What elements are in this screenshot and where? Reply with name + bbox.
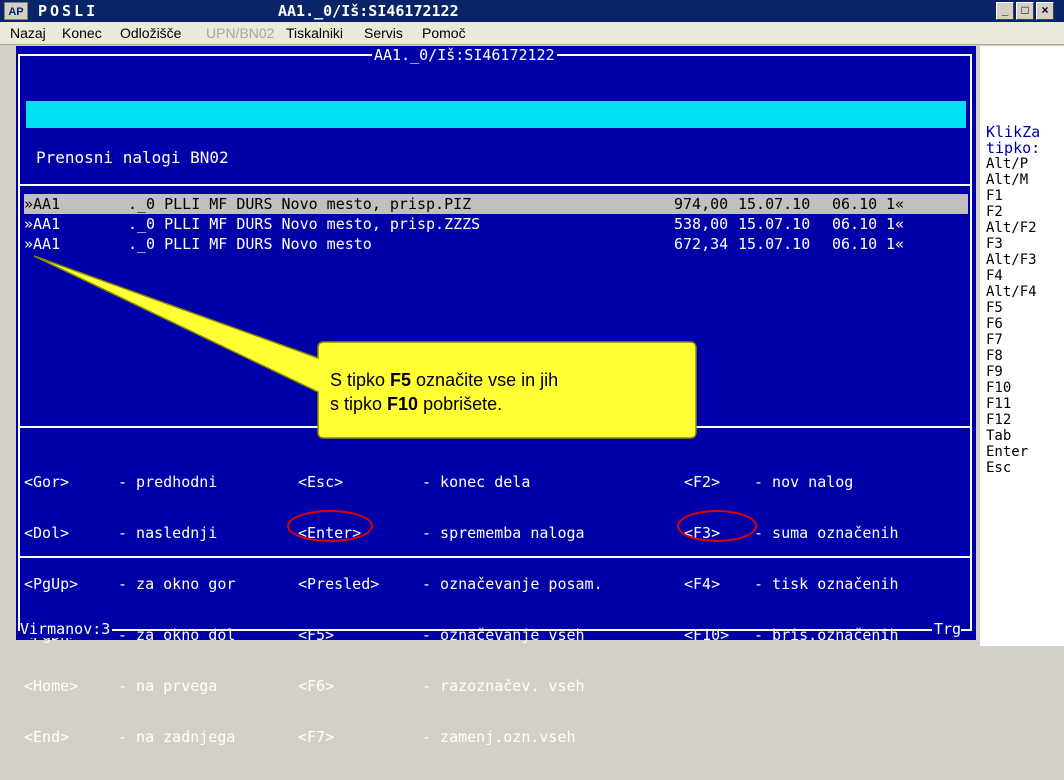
hotkey-f12[interactable]: F12 (986, 412, 1011, 428)
hotkey-tab[interactable]: Tab (986, 428, 1011, 444)
hotkey-alt-m[interactable]: Alt/M (986, 172, 1028, 188)
help-column-actions: <Esc> - konec dela <Enter> - sprememba n… (298, 473, 603, 746)
app-icon: AP (4, 2, 28, 20)
hotkey-f4[interactable]: F4 (986, 268, 1003, 284)
frame-right-border (970, 54, 972, 630)
list-separator-bottom (18, 426, 972, 428)
section-title: Prenosni nalogi BN02 (36, 148, 229, 167)
window-title: AA1._0/Iš:SI46172122 (278, 2, 459, 20)
frame-left-border (18, 54, 20, 630)
hotkey-f8[interactable]: F8 (986, 348, 1003, 364)
app-name: POSLI (38, 2, 99, 20)
menu-pomoc[interactable]: Pomoč (422, 25, 466, 41)
hotkey-alt-f2[interactable]: Alt/F2 (986, 220, 1037, 236)
menu-konec[interactable]: Konec (62, 25, 102, 41)
hotkey-panel: KlikZa tipko: Alt/P Alt/M F1 F2 Alt/F2 F… (980, 46, 1064, 646)
menu-tiskalniki[interactable]: Tiskalniki (286, 25, 343, 41)
frame-title: AA1._0/Iš:SI46172122 (372, 46, 557, 64)
hotkey-f5[interactable]: F5 (986, 300, 1003, 316)
window-titlebar: AP POSLI AA1._0/Iš:SI46172122 _ □ × (0, 0, 1064, 22)
menu-bar: Nazaj Konec Odložišče UPN/BN02 Tiskalnik… (0, 22, 1064, 45)
help-separator (18, 556, 972, 558)
hotkey-alt-p[interactable]: Alt/P (986, 156, 1028, 172)
list-item[interactable]: »AA1 ._0 PLLI MF DURS Novo mesto, prisp.… (24, 194, 968, 214)
hotkey-alt-f4[interactable]: Alt/F4 (986, 284, 1037, 300)
help-column-functions: <F2> - nov nalog <F3> - suma označenih <… (684, 473, 899, 644)
hotkey-f9[interactable]: F9 (986, 364, 1003, 380)
menu-odlozisce[interactable]: Odložišče (120, 25, 181, 41)
hotkey-panel-title-1: KlikZa (986, 123, 1041, 141)
hotkey-f3[interactable]: F3 (986, 236, 1003, 252)
list-separator-top (18, 184, 972, 186)
hotkey-enter[interactable]: Enter (986, 444, 1028, 460)
hotkey-alt-f3[interactable]: Alt/F3 (986, 252, 1037, 268)
menu-servis[interactable]: Servis (364, 25, 403, 41)
hotkey-f11[interactable]: F11 (986, 396, 1011, 412)
hotkey-f6[interactable]: F6 (986, 316, 1003, 332)
hotkey-esc[interactable]: Esc (986, 460, 1011, 476)
menu-upn-bn02[interactable]: UPN/BN02 (206, 25, 274, 41)
list-item[interactable]: »AA1 ._0 PLLI MF DURS Novo mesto 672,34 … (24, 234, 968, 254)
hotkey-f2[interactable]: F2 (986, 204, 1003, 220)
hotkey-f10[interactable]: F10 (986, 380, 1011, 396)
maximize-icon[interactable]: □ (1016, 2, 1034, 20)
hotkey-panel-title-2: tipko: (986, 139, 1041, 157)
input-bar[interactable] (26, 101, 966, 128)
hotkey-f7[interactable]: F7 (986, 332, 1003, 348)
console-window: AA1._0/Iš:SI46172122 Prenosni nalogi BN0… (16, 46, 976, 746)
status-indicator: Trg (932, 620, 962, 638)
help-column-nav: <Gor> - predhodni <Dol> - naslednji <PgU… (24, 473, 236, 746)
close-icon[interactable]: × (1036, 2, 1054, 20)
menu-nazaj[interactable]: Nazaj (10, 25, 46, 41)
record-count: Virmanov:3 (20, 620, 113, 638)
hotkey-f1[interactable]: F1 (986, 188, 1003, 204)
list-item[interactable]: »AA1 ._0 PLLI MF DURS Novo mesto, prisp.… (24, 214, 968, 234)
minimize-icon[interactable]: _ (996, 2, 1014, 20)
